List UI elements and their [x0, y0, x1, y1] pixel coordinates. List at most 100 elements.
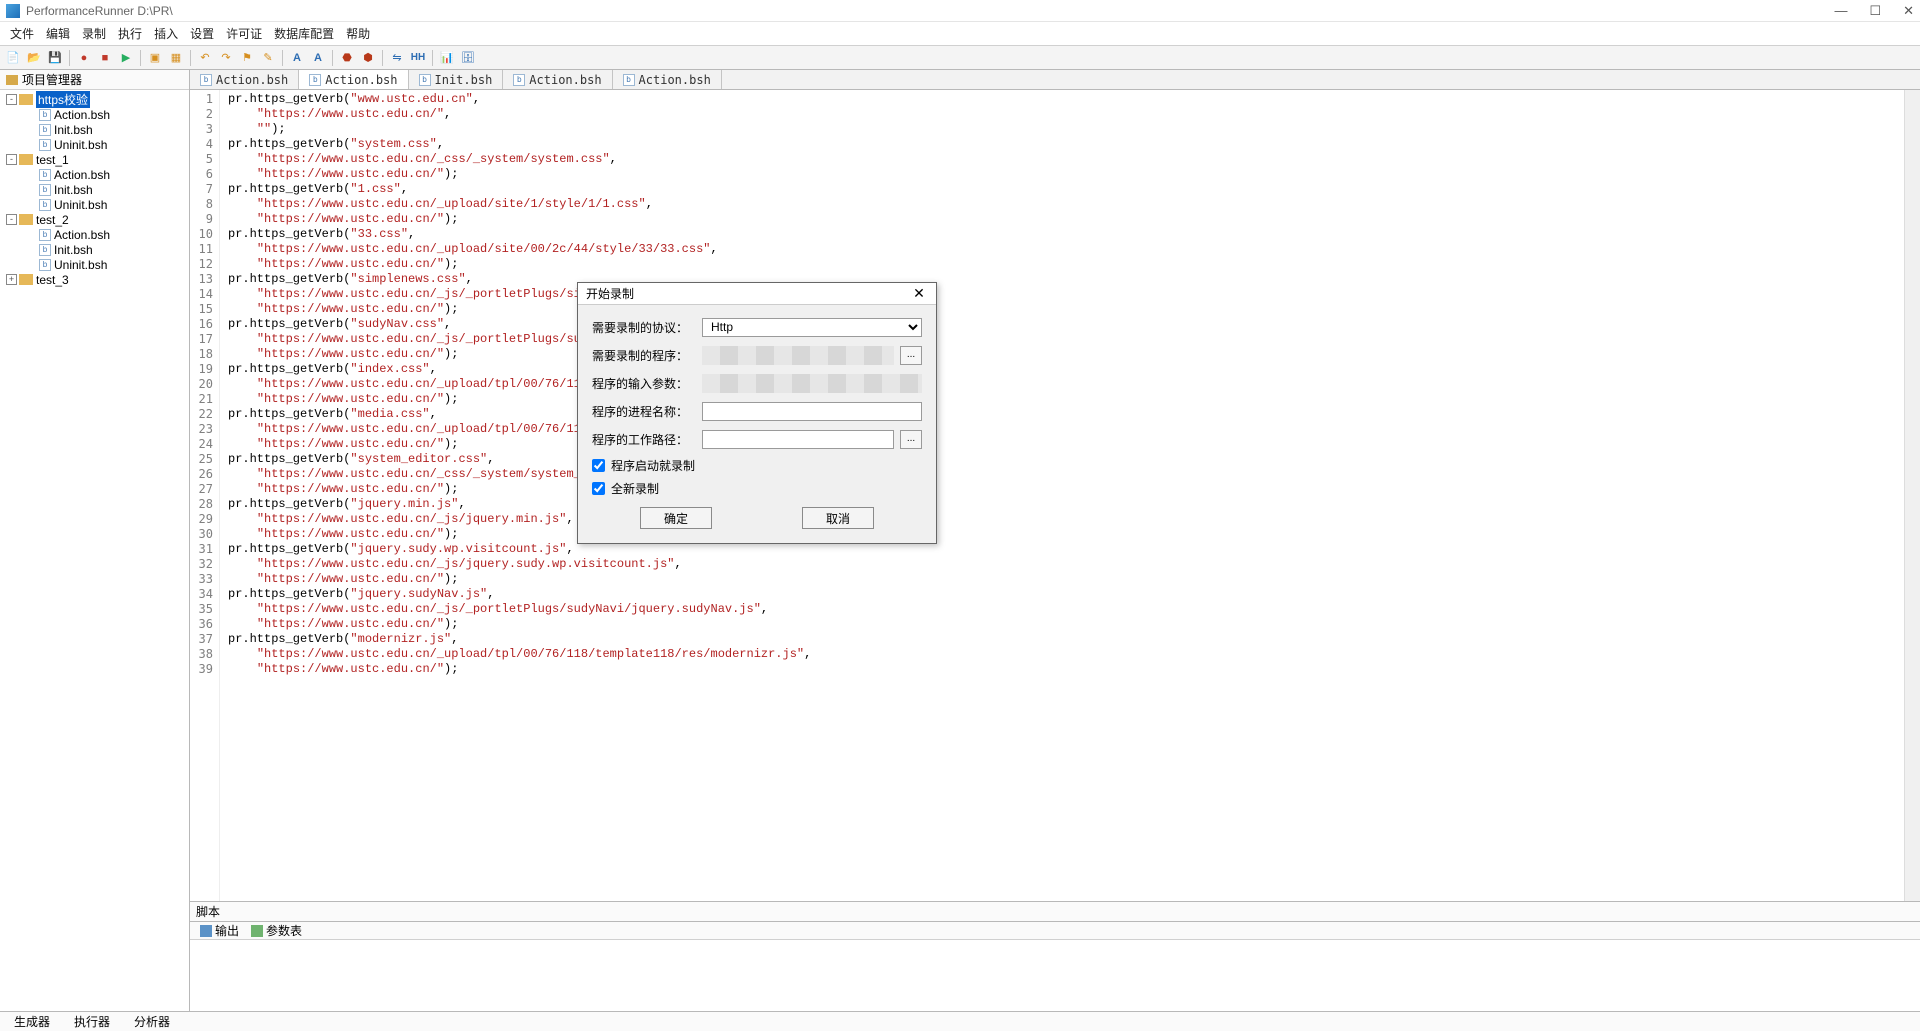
- fresh-record-checkbox[interactable]: [592, 482, 605, 495]
- tb-record-icon[interactable]: ●: [75, 49, 93, 67]
- program-browse-button[interactable]: ...: [900, 346, 922, 365]
- expand-icon[interactable]: -: [6, 94, 17, 105]
- tree-node[interactable]: bAction.bsh: [0, 107, 189, 122]
- tree-node[interactable]: bUninit.bsh: [0, 197, 189, 212]
- editor-tab[interactable]: bAction.bsh: [190, 70, 299, 89]
- file-icon: b: [39, 244, 51, 256]
- editor-tab[interactable]: bAction.bsh: [613, 70, 722, 89]
- tb-new-icon[interactable]: 📄: [4, 49, 22, 67]
- expand-icon: [26, 109, 37, 120]
- params-tab[interactable]: 参数表: [247, 922, 306, 939]
- file-icon: b: [39, 259, 51, 271]
- expand-icon[interactable]: -: [6, 214, 17, 225]
- tree-node[interactable]: bInit.bsh: [0, 242, 189, 257]
- tb-chart-icon[interactable]: 📊: [438, 49, 456, 67]
- menu-5[interactable]: 设置: [184, 23, 220, 44]
- code-editor[interactable]: pr.https_getVerb("www.ustc.edu.cn", "htt…: [220, 90, 1904, 901]
- ok-button[interactable]: 确定: [640, 507, 712, 529]
- menu-2[interactable]: 录制: [76, 23, 112, 44]
- tb-wand-icon[interactable]: ✎: [259, 49, 277, 67]
- tb-play-icon[interactable]: ▶: [117, 49, 135, 67]
- menu-1[interactable]: 编辑: [40, 23, 76, 44]
- tb-stepover-icon[interactable]: ▦: [167, 49, 185, 67]
- expand-icon: [26, 244, 37, 255]
- minimize-button[interactable]: —: [1834, 3, 1847, 19]
- tree-node[interactable]: bInit.bsh: [0, 122, 189, 137]
- editor-tab[interactable]: bInit.bsh: [409, 70, 504, 89]
- editor-tab[interactable]: bAction.bsh: [299, 70, 408, 89]
- workdir-browse-button[interactable]: ...: [900, 430, 922, 449]
- tree-node[interactable]: bUninit.bsh: [0, 137, 189, 152]
- tb-step-icon[interactable]: ▣: [146, 49, 164, 67]
- tb-flag-icon[interactable]: ⚑: [238, 49, 256, 67]
- tb-undo-icon[interactable]: ↶: [196, 49, 214, 67]
- menu-4[interactable]: 插入: [148, 23, 184, 44]
- startup-record-checkbox[interactable]: [592, 459, 605, 472]
- procname-input[interactable]: [702, 402, 922, 421]
- tb-open-icon[interactable]: 📂: [25, 49, 43, 67]
- tree-node[interactable]: + test_3: [0, 272, 189, 287]
- tab-label: Init.bsh: [435, 73, 493, 87]
- tb-bpclear-icon[interactable]: ⬢: [359, 49, 377, 67]
- tree-node[interactable]: bUninit.bsh: [0, 257, 189, 272]
- protocol-select[interactable]: Http: [702, 318, 922, 337]
- expand-icon[interactable]: +: [6, 274, 17, 285]
- menu-7[interactable]: 数据库配置: [268, 23, 340, 44]
- args-label: 程序的输入参数：: [592, 375, 702, 392]
- maximize-button[interactable]: ☐: [1869, 3, 1881, 19]
- tb-font-icon[interactable]: A: [309, 49, 327, 67]
- editor-pane: bAction.bshbAction.bshbInit.bshbAction.b…: [190, 70, 1920, 1011]
- file-icon: b: [39, 139, 51, 151]
- tree-node[interactable]: -test_2: [0, 212, 189, 227]
- expand-icon: [26, 199, 37, 210]
- sidebar-title: 项目管理器: [22, 71, 82, 88]
- tb-db-icon[interactable]: 🗄: [459, 49, 477, 67]
- tree-label: test_3: [36, 273, 69, 287]
- status-tab-0[interactable]: 生成器: [8, 1012, 56, 1031]
- expand-icon: [26, 139, 37, 150]
- args-field[interactable]: [702, 374, 922, 393]
- tree-node[interactable]: bAction.bsh: [0, 167, 189, 182]
- tree-label: Action.bsh: [54, 108, 110, 122]
- expand-icon[interactable]: -: [6, 154, 17, 165]
- tb-bp-icon[interactable]: ⬣: [338, 49, 356, 67]
- workdir-input[interactable]: [702, 430, 894, 449]
- menu-0[interactable]: 文件: [4, 23, 40, 44]
- cancel-button[interactable]: 取消: [802, 507, 874, 529]
- menu-8[interactable]: 帮助: [340, 23, 376, 44]
- folder-icon: [19, 154, 33, 165]
- menu-3[interactable]: 执行: [112, 23, 148, 44]
- script-tab[interactable]: 脚本: [196, 903, 220, 920]
- output-tab[interactable]: 输出: [196, 922, 243, 939]
- workdir-label: 程序的工作路径：: [592, 431, 702, 448]
- titlebar: PerformanceRunner D:\PR\ — ☐ ✕: [0, 0, 1920, 22]
- tree-node[interactable]: -https校验: [0, 92, 189, 107]
- file-icon: b: [39, 199, 51, 211]
- tb-stop-icon[interactable]: ■: [96, 49, 114, 67]
- tree-label: test_1: [36, 153, 69, 167]
- vertical-scrollbar[interactable]: [1904, 90, 1920, 901]
- tb-save-icon[interactable]: 💾: [46, 49, 64, 67]
- tb-compare-icon[interactable]: ⇋: [388, 49, 406, 67]
- status-tab-2[interactable]: 分析器: [128, 1012, 176, 1031]
- menu-6[interactable]: 许可证: [220, 23, 268, 44]
- expand-icon: [26, 259, 37, 270]
- dialog-close-icon[interactable]: ✕: [910, 286, 928, 302]
- project-tree[interactable]: -https校验bAction.bshbInit.bshbUninit.bsh-…: [0, 90, 189, 1011]
- file-icon: b: [513, 74, 525, 86]
- tb-redo-icon[interactable]: ↷: [217, 49, 235, 67]
- tb-text-icon[interactable]: A: [288, 49, 306, 67]
- program-field[interactable]: [702, 346, 894, 365]
- editor-tab[interactable]: bAction.bsh: [503, 70, 612, 89]
- status-tab-1[interactable]: 执行器: [68, 1012, 116, 1031]
- tree-label: Action.bsh: [54, 228, 110, 242]
- tb-hh-icon[interactable]: HH: [409, 49, 427, 67]
- file-icon: b: [39, 184, 51, 196]
- tree-node[interactable]: bInit.bsh: [0, 182, 189, 197]
- line-gutter: 1234567891011121314151617181920212223242…: [190, 90, 220, 901]
- tree-node[interactable]: - test_1: [0, 152, 189, 167]
- file-icon: b: [309, 74, 321, 86]
- tree-node[interactable]: bAction.bsh: [0, 227, 189, 242]
- dialog-title: 开始录制: [586, 285, 634, 302]
- close-button[interactable]: ✕: [1903, 3, 1914, 19]
